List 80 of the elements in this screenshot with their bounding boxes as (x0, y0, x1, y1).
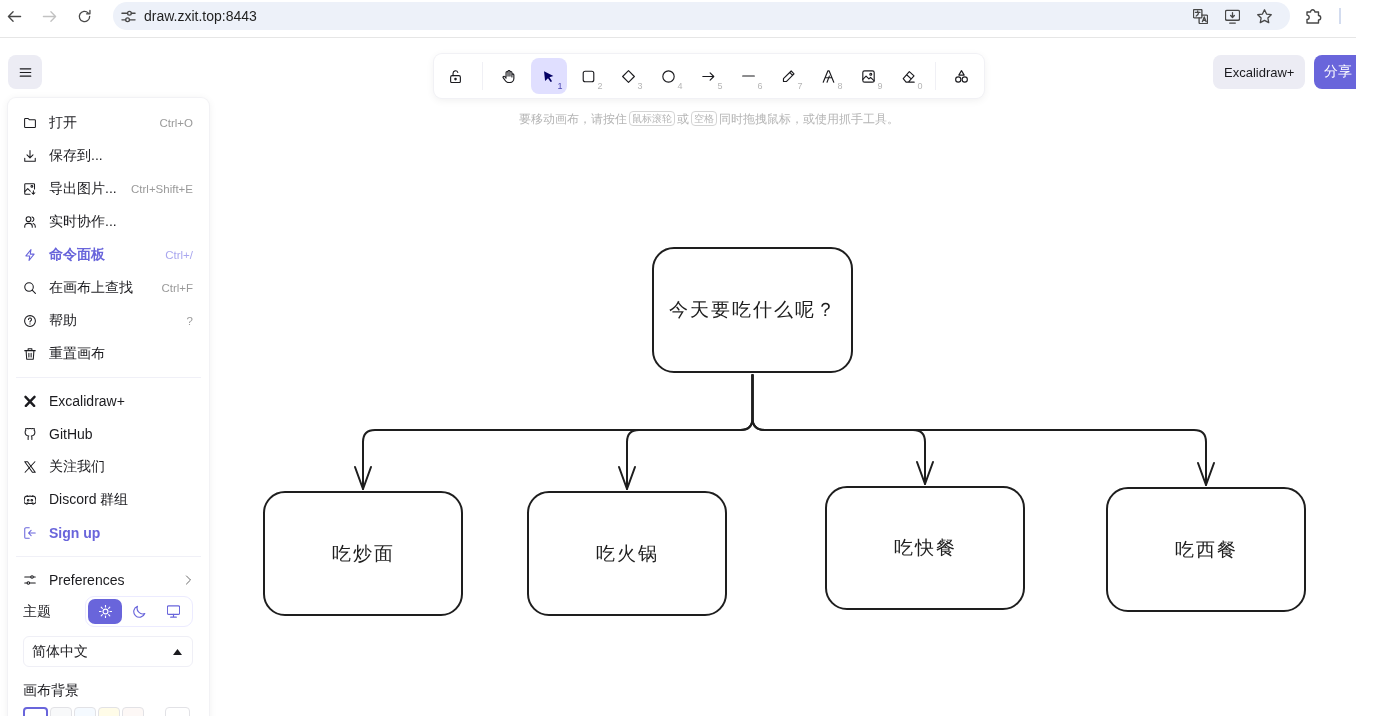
letter-a-icon (822, 69, 835, 83)
address-field[interactable]: draw.zxit.top:8443 (113, 2, 1290, 30)
search-icon (24, 281, 36, 294)
hint-text: 或 (676, 111, 689, 126)
shortcut-text: ? (185, 314, 193, 327)
menu-item[interactable]: 命令面板 Ctrl+/ (16, 238, 201, 271)
arrow-icon (702, 69, 715, 83)
flowchart-node: 吃火锅 (527, 491, 727, 616)
menu-item[interactable]: 打开 Ctrl+O (16, 106, 201, 139)
padlock-open-icon (449, 69, 462, 83)
share-button[interactable]: 分享 (1314, 55, 1356, 89)
circle-icon (662, 69, 675, 83)
discord-icon (24, 493, 36, 506)
sliders-icon[interactable] (121, 8, 136, 24)
github-icon (24, 427, 36, 440)
users-icon (24, 215, 36, 228)
tool-button[interactable]: 1 (530, 58, 567, 94)
star-icon[interactable] (1257, 8, 1272, 24)
flowchart-node: 吃西餐 (1106, 487, 1306, 612)
language-select[interactable]: 简体中文 (23, 636, 193, 667)
excalidraw-plus-button[interactable]: Excalidraw+ (1213, 55, 1306, 89)
chevron-right-icon (183, 574, 193, 585)
trash-icon (24, 347, 36, 360)
monitor-icon (166, 605, 180, 618)
menu-item[interactable]: 实时协作... (16, 205, 201, 238)
flowchart-node: 吃快餐 (825, 486, 1025, 610)
menu-link[interactable]: GitHub (16, 417, 201, 450)
menu-link[interactable]: Discord 群组 (16, 483, 201, 516)
menu-button[interactable] (8, 55, 42, 89)
sign-in-icon (24, 526, 36, 539)
sun-icon (98, 605, 112, 618)
shortcut-text: Ctrl+Shift+E (130, 182, 193, 195)
hint-text: 要移动画布，请按住 (518, 111, 627, 126)
menu-item[interactable]: 导出图片... Ctrl+Shift+E (16, 172, 201, 205)
flowchart-node: 吃炒面 (263, 491, 463, 616)
hint-text: 同时拖拽鼠标，或使用抓手工具。 (718, 111, 899, 126)
rectangle-icon (582, 69, 595, 83)
puzzle-piece-icon[interactable] (1306, 8, 1322, 24)
line-icon (742, 75, 755, 77)
canvas-background-label: 画布背景 (23, 682, 79, 698)
reload-icon (76, 8, 92, 24)
help-icon (24, 314, 36, 327)
hand-icon (502, 69, 515, 83)
back-arrow-icon (6, 8, 22, 24)
menu-item[interactable]: 重置画布 (16, 337, 201, 370)
image-export-icon (24, 182, 36, 195)
diamond-icon (622, 69, 635, 83)
eraser-icon (902, 69, 915, 83)
lightning-icon (24, 248, 36, 261)
menu-link[interactable]: 关注我们 (16, 450, 201, 483)
shortcut-text: Ctrl+O (158, 116, 193, 129)
caret-icon (173, 648, 182, 655)
menu-item[interactable]: 帮助 ? (16, 304, 201, 337)
sliders-icon (24, 573, 36, 586)
shortcut-text: Ctrl+/ (164, 248, 193, 261)
moon-icon (132, 605, 146, 618)
theme-label: 主题 (23, 602, 51, 621)
menu-item[interactable]: 在画布上查找 Ctrl+F (16, 271, 201, 304)
menu-link[interactable]: Excalidraw+ (16, 384, 201, 417)
x-logo-icon (24, 460, 36, 473)
flowchart-node: 今天要吃什么呢？ (652, 247, 853, 373)
preferences-item[interactable]: Preferences (16, 563, 201, 596)
excalidraw-icon (24, 394, 36, 407)
folder-icon (24, 116, 36, 129)
menu-item[interactable]: 保存到... (16, 139, 201, 172)
translate-icon[interactable] (1193, 8, 1208, 24)
shortcut-text: Ctrl+F (160, 281, 193, 294)
shapes-icon (955, 69, 968, 83)
monitor-download-icon[interactable] (1225, 8, 1240, 24)
download-icon (24, 149, 36, 162)
keyboard-key: 鼠标滚轮 (628, 111, 675, 126)
menu-icon (18, 65, 32, 79)
pointer-icon (542, 69, 555, 83)
pencil-icon (782, 69, 795, 83)
image-icon (862, 69, 875, 83)
forward-arrow-icon (41, 8, 57, 24)
theme-option[interactable] (88, 599, 122, 624)
menu-link[interactable]: Sign up (16, 516, 201, 549)
url-text: draw.zxit.top:8443 (144, 8, 257, 24)
keyboard-key: 空格 (690, 111, 717, 126)
